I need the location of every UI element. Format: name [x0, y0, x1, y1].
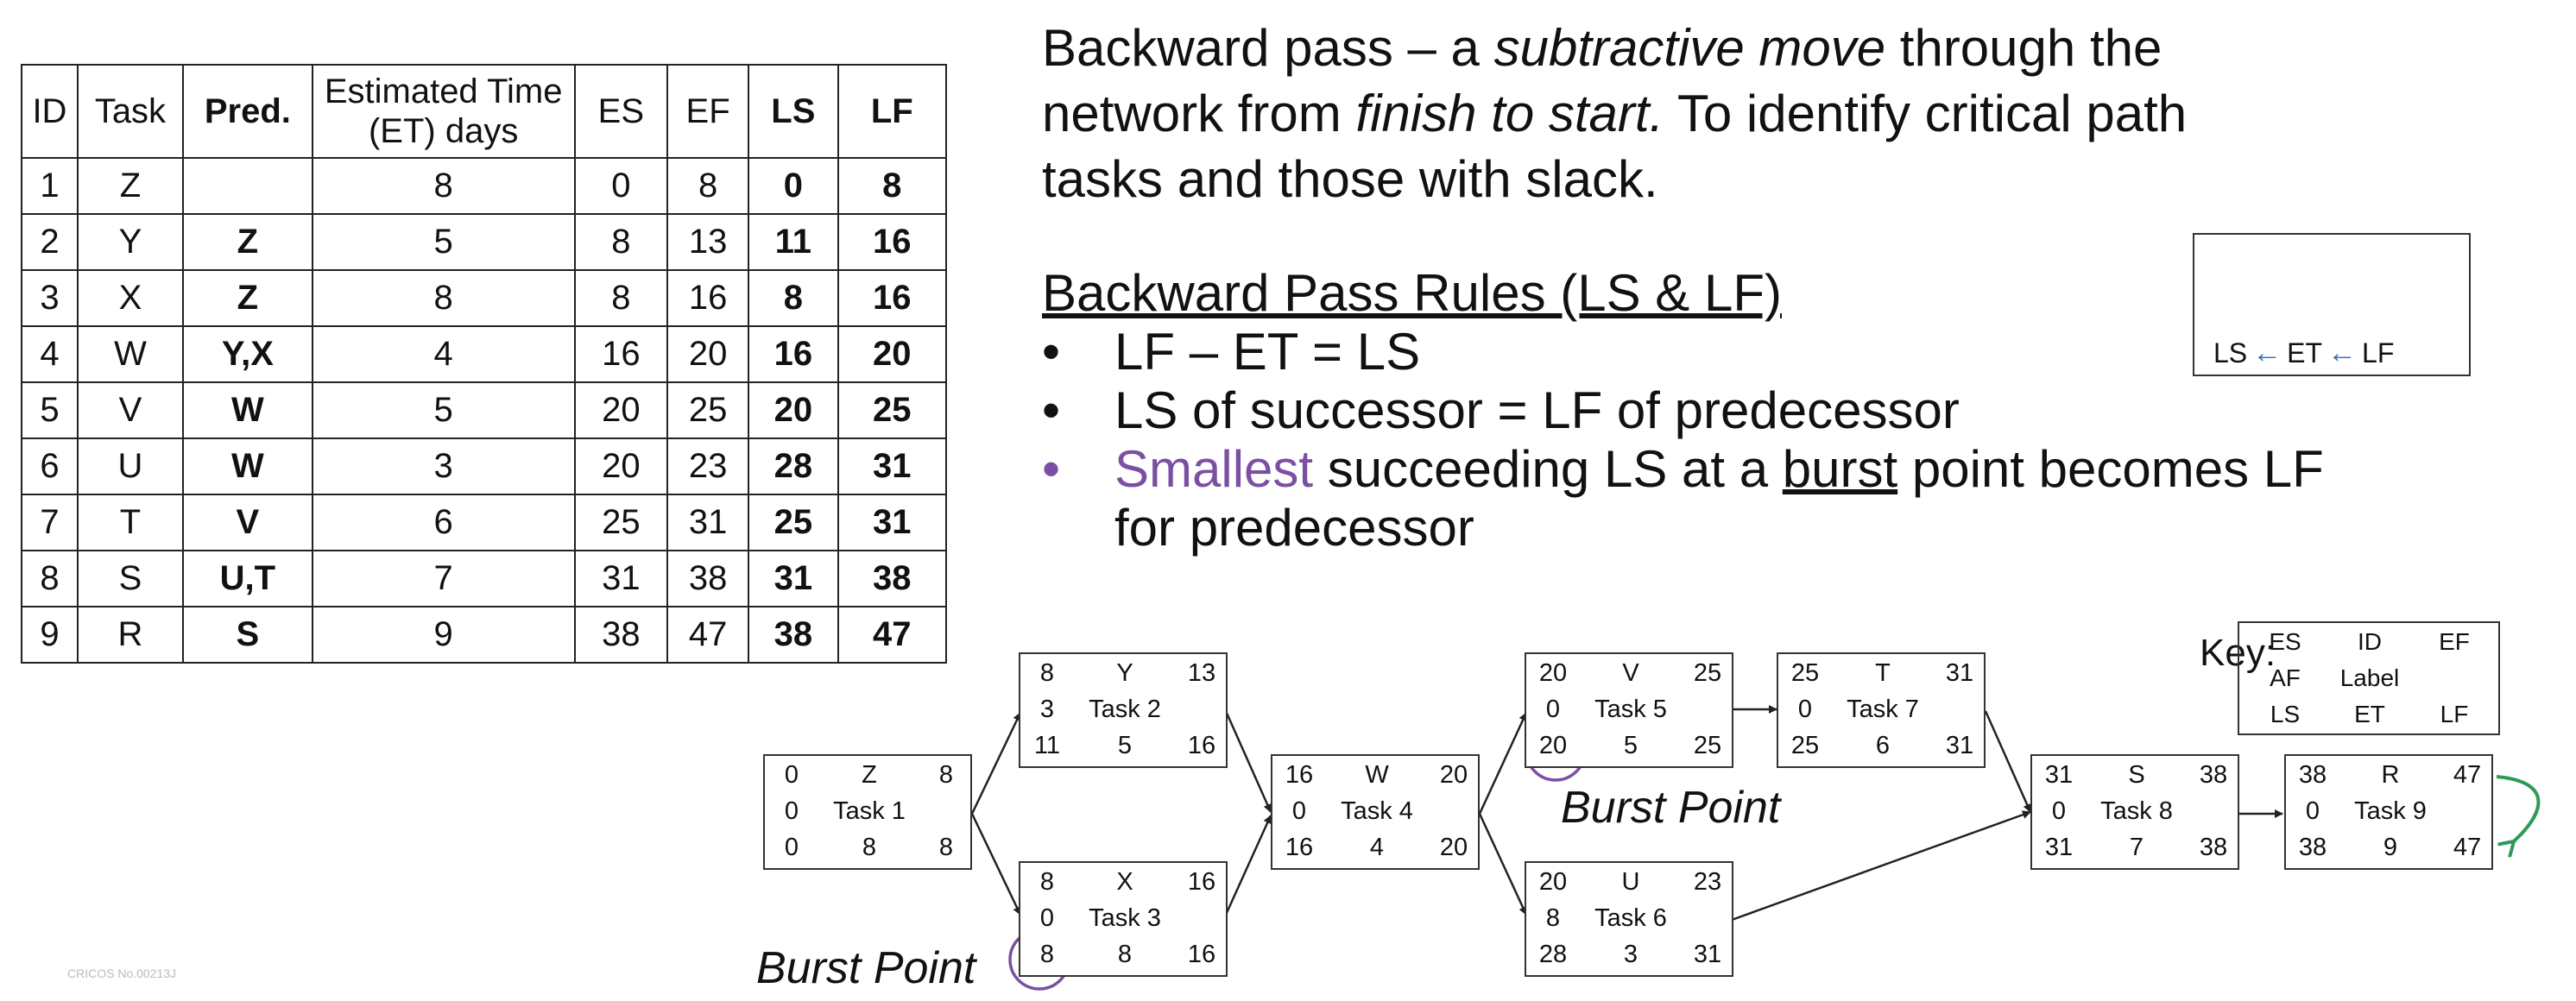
node-id: V	[1622, 659, 1639, 687]
node-id: X	[1116, 868, 1133, 896]
node-af: 8	[1545, 904, 1561, 932]
node-ls: 20	[1538, 732, 1568, 759]
node-af: 3	[1039, 696, 1055, 723]
node-af: 0	[2305, 797, 2320, 825]
node-lf: 38	[2199, 834, 2228, 861]
node-label: Task 4	[1341, 797, 1413, 825]
edge-z-x	[970, 813, 1022, 916]
node-label: Task 2	[1089, 696, 1161, 723]
burst-point-label-x: Burst Point	[756, 943, 976, 993]
node-ls: 8	[1039, 941, 1055, 968]
node-af: 0	[1291, 797, 1307, 825]
node-task-1: 0 Z 8 0 Task 1 0 8 8	[763, 754, 972, 870]
edge-t-s	[1984, 710, 2032, 813]
node-task-3: 8 X 16 0 Task 3 8 8 16	[1019, 861, 1228, 977]
node-ls: 31	[2044, 834, 2074, 861]
node-label: Task 9	[2354, 797, 2427, 825]
node-af: 0	[1797, 696, 1813, 723]
edge-z-y	[970, 712, 1022, 815]
node-et: 8	[862, 834, 877, 861]
node-id: S	[2128, 761, 2145, 789]
node-et: 4	[1369, 834, 1385, 861]
node-af: 0	[784, 797, 799, 825]
node-et: 8	[1117, 941, 1133, 968]
edge-w-u	[1478, 813, 1528, 916]
node-lf: 31	[1693, 941, 1722, 968]
node-lf: 16	[1187, 941, 1216, 968]
node-es: 31	[2044, 761, 2074, 789]
node-label: Task 6	[1594, 904, 1667, 932]
node-ls: 0	[784, 834, 799, 861]
node-es: 8	[1039, 659, 1055, 687]
node-task-7: 25 T 31 0 Task 7 25 6 31	[1777, 652, 1986, 768]
node-lf: 8	[938, 834, 954, 861]
node-ef: 13	[1187, 659, 1216, 687]
node-label: Task 7	[1847, 696, 1919, 723]
node-es: 25	[1790, 659, 1820, 687]
node-id: W	[1365, 761, 1389, 789]
node-ls: 38	[2298, 834, 2327, 861]
node-task-6: 20 U 23 8 Task 6 28 3 31	[1525, 861, 1733, 977]
node-es: 20	[1538, 868, 1568, 896]
cricos-footer: CRICOS No.00213J	[67, 966, 177, 980]
node-af: 0	[1039, 904, 1055, 932]
node-es: 16	[1285, 761, 1314, 789]
node-ls: 28	[1538, 941, 1568, 968]
node-id: Z	[862, 761, 877, 789]
node-task-2: 8 Y 13 3 Task 2 11 5 16	[1019, 652, 1228, 768]
node-et: 3	[1623, 941, 1638, 968]
node-task-8: 31 S 38 0 Task 8 31 7 38	[2030, 754, 2239, 870]
burst-point-label-v: Burst Point	[1561, 783, 1781, 833]
edge-y-w	[1224, 710, 1272, 813]
node-es: 0	[784, 761, 799, 789]
edge-x-w	[1224, 815, 1272, 916]
node-label: Task 8	[2100, 797, 2173, 825]
node-ef: 8	[938, 761, 954, 789]
node-id: R	[2381, 761, 2400, 789]
node-et: 5	[1623, 732, 1638, 759]
node-ef: 20	[1439, 761, 1468, 789]
node-af: 0	[2051, 797, 2067, 825]
node-task-5: 20 V 25 0 Task 5 20 5 25	[1525, 652, 1733, 768]
node-label: Task 3	[1089, 904, 1161, 932]
node-lf: 47	[2453, 834, 2482, 861]
green-curved-arrow	[2496, 775, 2541, 841]
node-es: 8	[1039, 868, 1055, 896]
node-id: U	[1621, 868, 1640, 896]
node-ls: 16	[1285, 834, 1314, 861]
node-ef: 23	[1693, 868, 1722, 896]
node-et: 5	[1117, 732, 1133, 759]
edge-w-v	[1478, 712, 1528, 815]
node-ef: 25	[1693, 659, 1722, 687]
node-lf: 31	[1945, 732, 1974, 759]
node-ls: 25	[1790, 732, 1820, 759]
node-ef: 38	[2199, 761, 2228, 789]
node-lf: 25	[1693, 732, 1722, 759]
node-label: Task 1	[833, 797, 906, 825]
node-id: Y	[1116, 659, 1133, 687]
node-et: 7	[2129, 834, 2144, 861]
node-ef: 16	[1187, 868, 1216, 896]
node-af: 0	[1545, 696, 1561, 723]
node-ef: 31	[1945, 659, 1974, 687]
node-et: 9	[2383, 834, 2398, 861]
node-et: 6	[1875, 732, 1891, 759]
node-task-9: 38 R 47 0 Task 9 38 9 47	[2284, 754, 2493, 870]
node-ls: 11	[1033, 732, 1061, 759]
node-task-4: 16 W 20 0 Task 4 16 4 20	[1271, 754, 1480, 870]
node-es: 20	[1538, 659, 1568, 687]
node-lf: 16	[1187, 732, 1216, 759]
node-id: T	[1875, 659, 1891, 687]
node-label: Task 5	[1594, 696, 1667, 723]
node-ef: 47	[2453, 761, 2482, 789]
node-lf: 20	[1439, 834, 1468, 861]
node-es: 38	[2298, 761, 2327, 789]
